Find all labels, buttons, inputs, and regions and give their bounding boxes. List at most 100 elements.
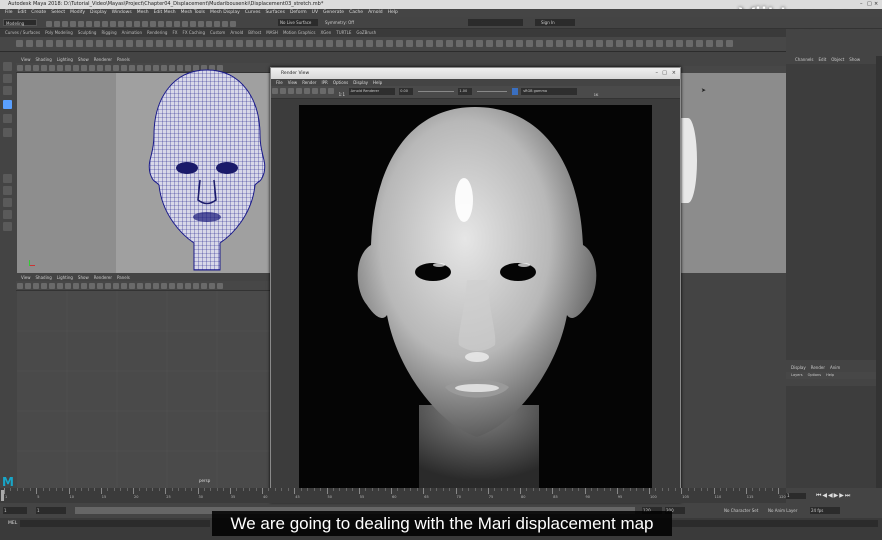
shelf-tool-icon[interactable] [175,40,183,47]
current-frame-field[interactable]: 1 [786,493,806,499]
panel-menu-lighting[interactable]: Lighting [57,56,73,63]
menu-item-curves[interactable]: Curves [245,9,261,17]
channel-box-menu-show[interactable]: Show [849,56,860,63]
shelf-tool-icon[interactable] [275,40,283,47]
render-view-menu-help[interactable]: Help [373,79,382,86]
shelf-tool-icon[interactable] [705,40,713,47]
menu-item-select[interactable]: Select [51,9,65,17]
exposure-slider[interactable] [417,91,454,92]
range-start-field[interactable]: 1 [36,507,66,514]
shelf-tool-icon[interactable] [405,40,413,47]
channel-box-menu-object[interactable]: Object [831,56,844,63]
shelf-tool-icon[interactable] [555,40,563,47]
shelf-tab-poly-modeling[interactable]: Poly Modeling [45,29,73,37]
shelf-tool-icon[interactable] [105,40,113,47]
shelf-tool-icon[interactable] [655,40,663,47]
layer-tab-display[interactable]: Display [791,364,806,372]
shelf-tool-icon[interactable] [595,40,603,47]
shelf-tool-icon[interactable] [375,40,383,47]
menu-item-help[interactable]: Help [388,9,398,17]
menu-item-create[interactable]: Create [31,9,46,17]
start-frame-field[interactable]: 1 [3,507,27,514]
render-view-menu-ipr[interactable]: IPR [321,79,327,86]
shelf-tool-icon[interactable] [645,40,653,47]
shelf-tool-icon[interactable] [215,40,223,47]
menu-set-dropdown[interactable]: Modeling [3,19,37,26]
panel-menu-show[interactable]: Show [78,56,89,63]
shelf-tool-icon[interactable] [425,40,433,47]
shelf-tool-icon[interactable] [245,40,253,47]
menu-item-edit[interactable]: Edit [18,9,27,17]
shelf-tool-icon[interactable] [615,40,623,47]
shelf-tool-icon[interactable] [355,40,363,47]
shelf-tool-icon[interactable] [35,40,43,47]
shelf-tool-icon[interactable] [255,40,263,47]
paint-tool-icon[interactable] [3,86,12,95]
shelf-tool-icon[interactable] [235,40,243,47]
shelf-tool-icon[interactable] [695,40,703,47]
menu-item-edit-mesh[interactable]: Edit Mesh [154,9,176,17]
menu-item-mesh[interactable]: Mesh [137,9,149,17]
minimize-icon[interactable]: – [656,68,659,79]
menu-item-mesh-display[interactable]: Mesh Display [210,9,240,17]
shelf-tool-icon[interactable] [205,40,213,47]
shelf-tool-icon[interactable] [155,40,163,47]
panel-menu-show[interactable]: Show [78,274,89,281]
shelf-tool-icon[interactable] [225,40,233,47]
shelf-tab-xgen[interactable]: XGen [320,29,331,37]
render-view-titlebar[interactable]: Render View × □ – [271,68,680,79]
shelf-tool-icon[interactable] [635,40,643,47]
menu-item-surfaces[interactable]: Surfaces [265,9,285,17]
shelf-tool-icon[interactable] [145,40,153,47]
time-slider[interactable]: 1 5 10 15 20 25 30 35 40 45 50 55 60 65 70 75 80 85 90 95 10… [0,488,786,503]
shelf-tool-icon[interactable] [495,40,503,47]
shelf-tool-icon[interactable] [335,40,343,47]
viewport-top-right[interactable]: ➤ [679,56,786,274]
shelf-tool-icon[interactable] [525,40,533,47]
shelf-tool-icon[interactable] [565,40,573,47]
panel-menu-renderer[interactable]: Renderer [94,274,112,281]
keep-image-icon[interactable] [304,88,310,94]
gamma-slider[interactable] [477,91,507,92]
viewport-canvas[interactable]: persp [17,291,270,488]
shelf-tab-fx-caching[interactable]: FX Caching [183,29,205,37]
shelf-tool-icon[interactable] [725,40,733,47]
shelf-tab-bifrost[interactable]: Bifrost [248,29,261,37]
viewport-top-left[interactable]: View Shading Lighting Show Renderer Panels [16,56,270,274]
ratio-label[interactable]: 1:1 [339,92,345,97]
layer-list[interactable] [786,386,876,501]
shelf-tool-icon[interactable] [265,40,273,47]
shelf-tool-icon[interactable] [575,40,583,47]
select-tool-icon[interactable] [3,62,12,71]
shelf-tool-icon[interactable] [55,40,63,47]
layer-menu-layers[interactable]: Layers [791,372,803,379]
shelf-tool-icon[interactable] [505,40,513,47]
close-icon[interactable]: × [672,68,676,79]
layer-tab-anim[interactable]: Anim [830,364,840,372]
render-view-menu-view[interactable]: View [288,79,298,86]
shelf-tab-turtle[interactable]: TURTLE [336,29,351,37]
current-time-indicator[interactable] [1,490,4,501]
viewport-canvas[interactable] [679,73,786,273]
panel-menu-view[interactable]: View [21,56,31,63]
render-view-menu-render[interactable]: Render [302,79,316,86]
channel-box-area[interactable] [786,64,876,360]
shelf-tool-icon[interactable] [445,40,453,47]
shelf-tool-icon[interactable] [385,40,393,47]
shelf-tool-icon[interactable] [135,40,143,47]
shelf-tab-custom[interactable]: Custom [210,29,225,37]
menu-item-modify[interactable]: Modify [70,9,85,17]
rotate-tool-icon[interactable] [3,114,12,123]
menu-item-file[interactable]: File [5,9,13,17]
exposure-field[interactable]: 0.00 [399,88,414,95]
colorspace-toggle-icon[interactable] [511,88,518,95]
shelf-tool-icon[interactable] [455,40,463,47]
menu-item-windows[interactable]: Windows [112,9,132,17]
shelf-tool-icon[interactable] [125,40,133,47]
layer-tab-render[interactable]: Render [811,364,825,372]
channel-box-menu-channels[interactable]: Channels [795,56,814,63]
shelf-tool-icon[interactable] [465,40,473,47]
render-view-window[interactable]: Render View × □ – File View Render IPR Optio… [270,67,681,502]
command-input[interactable] [20,520,210,527]
lasso-tool-icon[interactable] [3,74,12,83]
